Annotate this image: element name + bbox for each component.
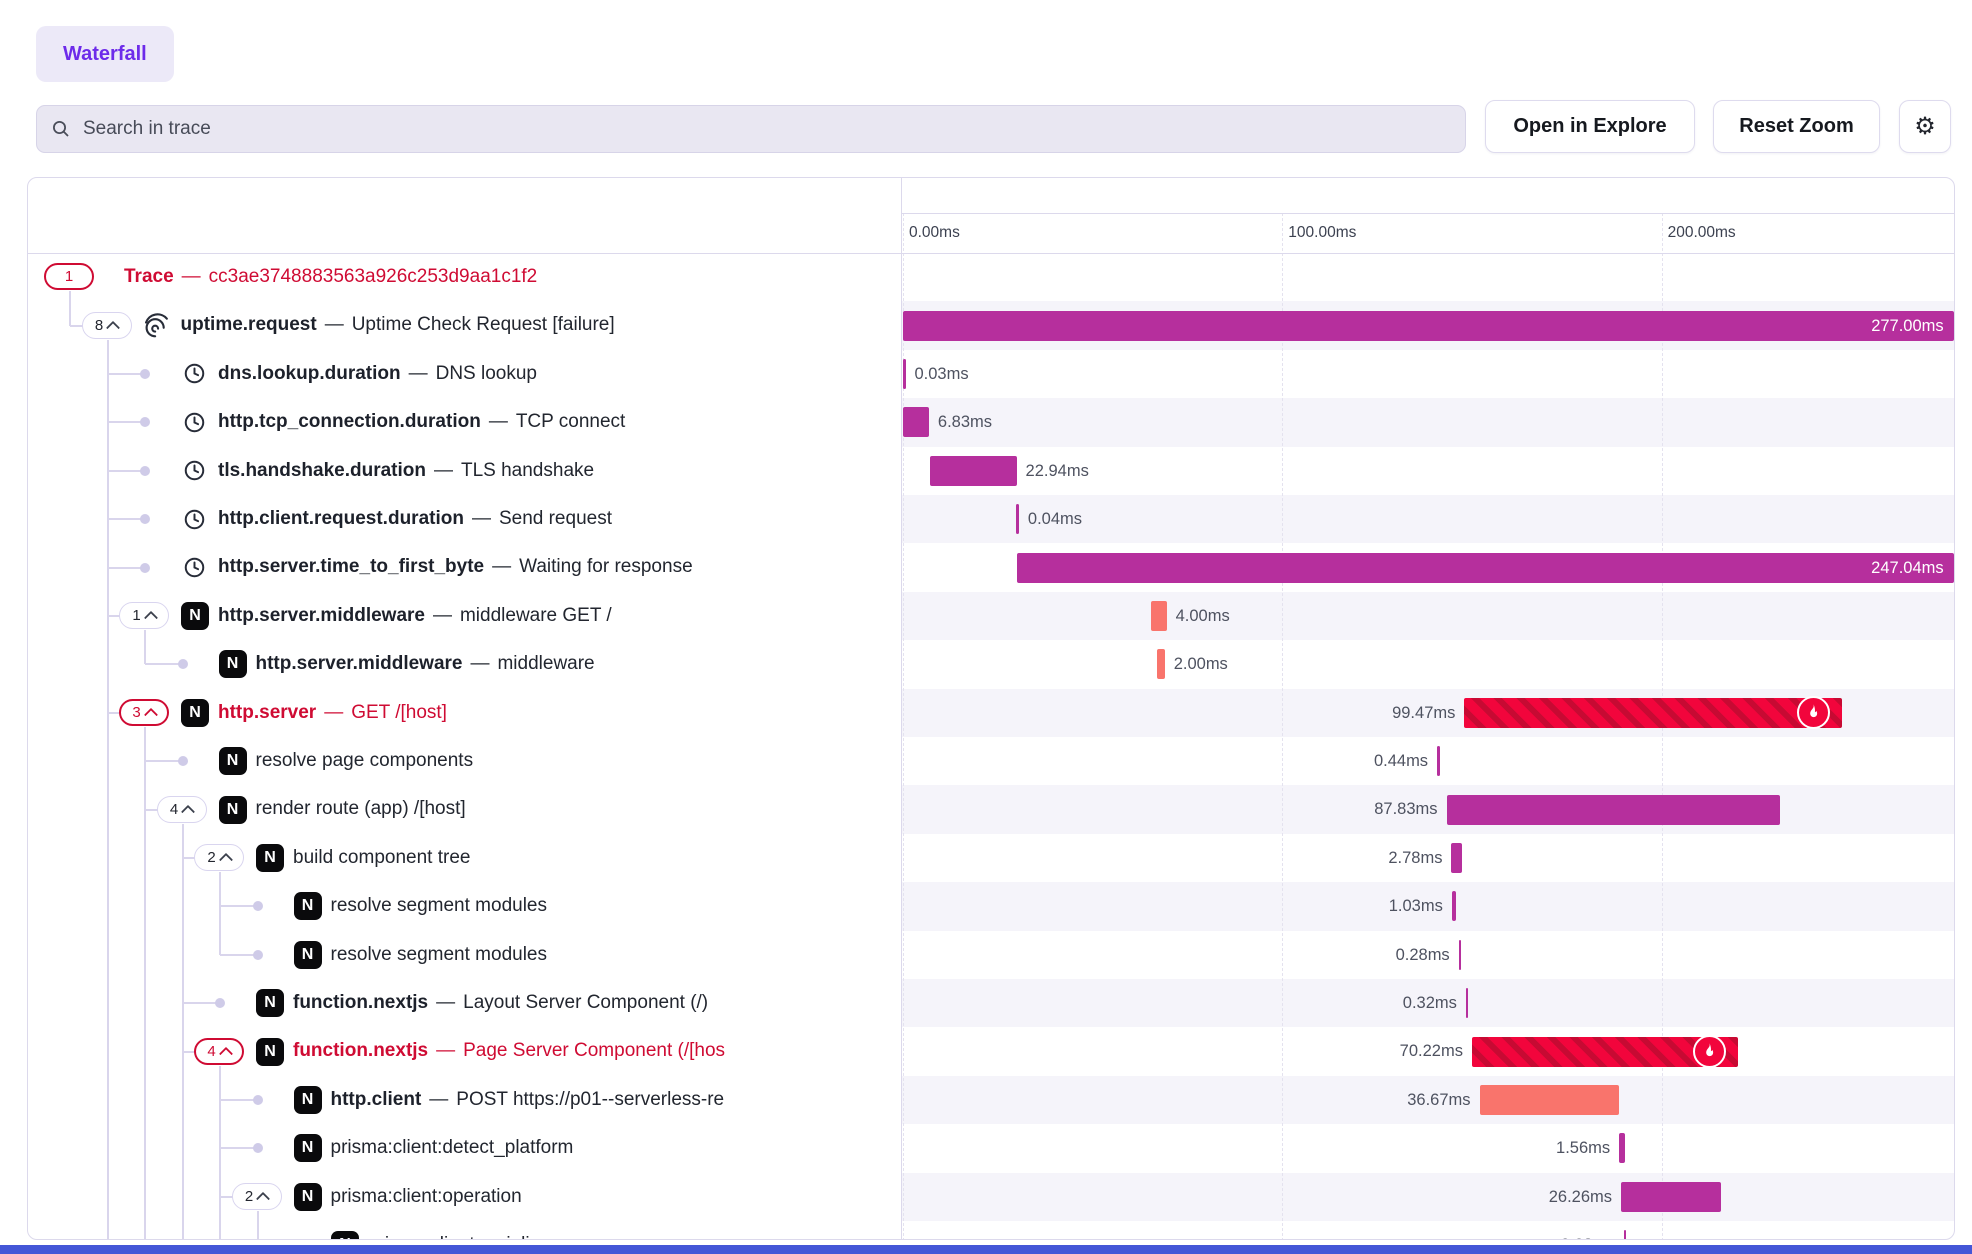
clock-icon <box>180 408 208 436</box>
nextjs-icon: N <box>256 989 284 1017</box>
nextjs-icon: N <box>219 747 247 775</box>
trace-waterfall-panel: 1Trace—cc3ae3748883563a926c253d9aa1c1f28… <box>27 177 1955 1240</box>
nextjs-icon: N <box>294 1183 322 1211</box>
clock-icon <box>180 505 208 533</box>
collapse-badge-prisma-operation[interactable]: 2 <box>232 1183 282 1210</box>
tree-waterfall-divider <box>901 178 902 1240</box>
chevron-up-icon <box>219 853 233 867</box>
badge-count: 1 <box>65 268 73 285</box>
nextjs-icon: N <box>294 892 322 920</box>
clock-icon <box>180 457 208 485</box>
nextjs-icon: N <box>219 796 247 824</box>
clock-icon <box>180 360 208 388</box>
collapse-badge-render-route[interactable]: 4 <box>157 796 207 823</box>
axis-top-border <box>901 213 1955 214</box>
clock-icon <box>180 554 208 582</box>
collapse-badge-trace[interactable]: 1 <box>44 263 94 290</box>
collapse-badge-http-server-get-host[interactable]: 3 <box>119 699 169 726</box>
nextjs-icon: N <box>294 941 322 969</box>
search-input[interactable] <box>81 117 1451 141</box>
flame-icon <box>1797 696 1830 729</box>
nextjs-icon: N <box>331 1231 359 1240</box>
nextjs-icon: N <box>256 844 284 872</box>
open-in-explore-button[interactable]: Open in Explore <box>1485 100 1695 153</box>
nextjs-icon: N <box>181 602 209 630</box>
badge-count: 1 <box>132 607 140 624</box>
collapse-badge-middleware-get[interactable]: 1 <box>119 602 169 629</box>
tab-waterfall-label: Waterfall <box>63 43 147 66</box>
chevron-up-icon <box>256 1192 270 1206</box>
badge-count: 3 <box>132 704 140 721</box>
badge-count: 8 <box>95 317 103 334</box>
settings-button[interactable]: ⚙ <box>1899 100 1951 153</box>
badge-count: 2 <box>245 1188 253 1205</box>
badge-count: 4 <box>207 1043 215 1060</box>
chevron-up-icon <box>181 805 195 819</box>
search-icon <box>51 119 71 139</box>
badge-count: 4 <box>170 801 178 818</box>
time-axis-label: 100.00ms <box>1288 213 1356 253</box>
chevron-up-icon <box>106 321 120 335</box>
chevron-up-icon <box>144 611 158 625</box>
gear-icon: ⚙ <box>1914 112 1936 141</box>
collapse-badge-uptime-request[interactable]: 8 <box>82 312 132 339</box>
uptime-icon <box>143 312 171 340</box>
chevron-up-icon <box>219 1047 233 1061</box>
collapse-badge-page-server-component[interactable]: 4 <box>194 1038 244 1065</box>
search-box[interactable] <box>36 105 1466 153</box>
chevron-up-icon <box>144 708 158 722</box>
reset-zoom-label: Reset Zoom <box>1739 115 1853 138</box>
panel-chrome-layer: 0.00ms 100.00ms 200.00ms <box>28 178 1954 1239</box>
open-in-explore-label: Open in Explore <box>1513 115 1666 138</box>
badge-count: 2 <box>207 849 215 866</box>
toolbar: Waterfall Open in Explore Reset Zoom ⚙ <box>0 0 1972 177</box>
nextjs-icon: N <box>219 650 247 678</box>
header-bottom-border <box>28 253 1954 254</box>
tab-waterfall[interactable]: Waterfall <box>36 26 174 82</box>
time-axis-label: 200.00ms <box>1668 213 1736 253</box>
collapse-badge-build-component-tree[interactable]: 2 <box>194 844 244 871</box>
nextjs-icon: N <box>294 1134 322 1162</box>
bottom-scroll-strip <box>0 1245 1972 1254</box>
nextjs-icon: N <box>256 1038 284 1066</box>
nextjs-icon: N <box>294 1086 322 1114</box>
nextjs-icon: N <box>181 699 209 727</box>
reset-zoom-button[interactable]: Reset Zoom <box>1713 100 1880 153</box>
time-axis-label: 0.00ms <box>909 213 960 253</box>
